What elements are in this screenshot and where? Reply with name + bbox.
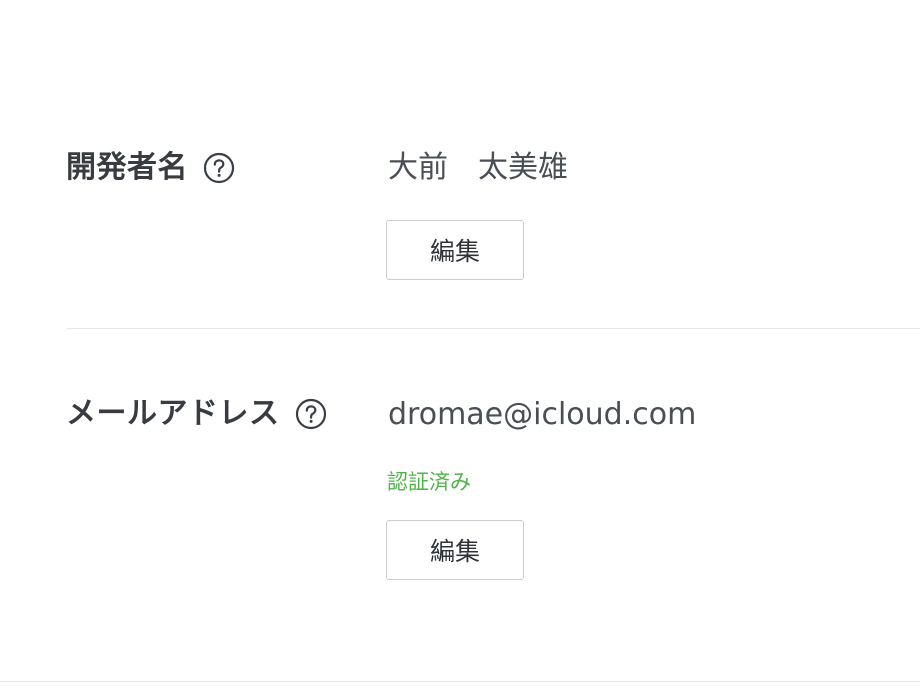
- verified-status-text: 認証済み: [387, 470, 471, 494]
- edit-developer-name-button[interactable]: 編集: [386, 220, 524, 280]
- question-circle-icon[interactable]: [203, 152, 235, 184]
- edit-email-button[interactable]: 編集: [386, 520, 524, 580]
- email-section: メールアドレス dromae@icloud.com 認証済み 編集: [0, 329, 920, 682]
- developer-name-section: 開発者名 大前 太美雄 編集: [0, 0, 920, 329]
- email-label-row: メールアドレス: [66, 396, 327, 432]
- developer-name-label: 開発者名: [66, 150, 188, 185]
- email-label: メールアドレス: [66, 396, 280, 431]
- email-value: dromae@icloud.com: [388, 397, 697, 432]
- section-divider: [0, 681, 920, 682]
- developer-name-label-row: 開発者名: [66, 150, 235, 186]
- question-circle-icon[interactable]: [295, 398, 327, 430]
- developer-name-value: 大前 太美雄: [388, 150, 568, 185]
